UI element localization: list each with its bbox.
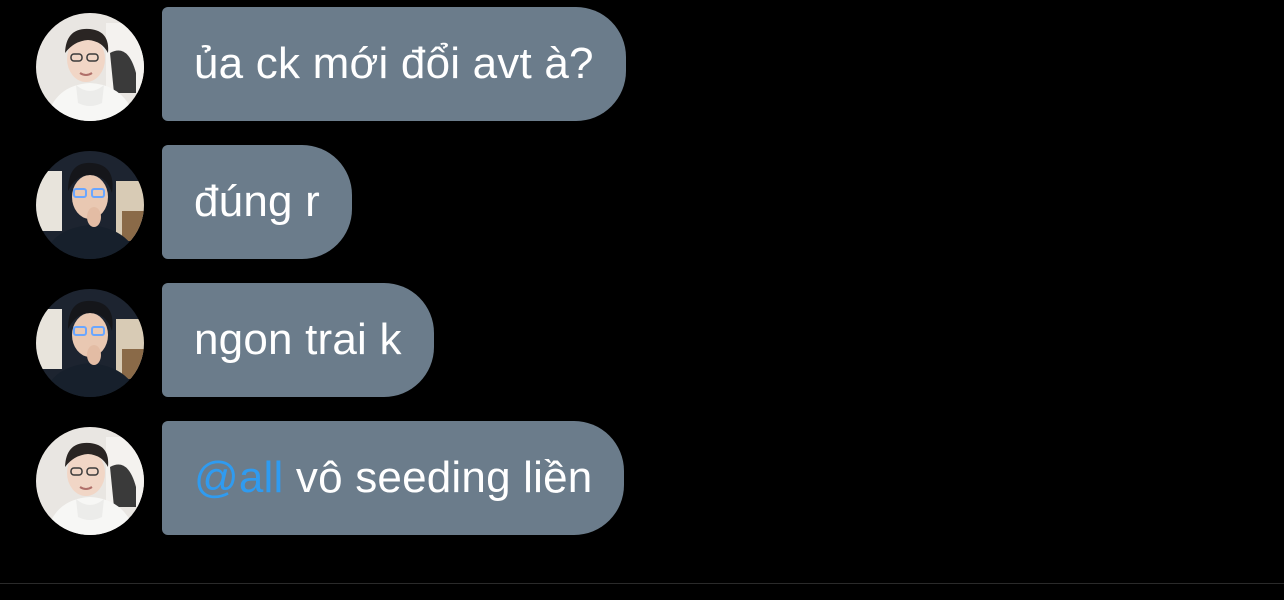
chat-message-list[interactable]: ủa ck mới đổi avt à? đúng r ngon trai k … (0, 0, 1284, 584)
message-text: ngon trai k (194, 315, 402, 364)
avatar[interactable] (36, 289, 144, 397)
avatar-photo-user-b (36, 151, 144, 259)
avatar[interactable] (36, 151, 144, 259)
mention-link[interactable]: @all (194, 453, 284, 502)
message-row: đúng r (36, 145, 352, 259)
message-text: ủa ck mới đổi avt à? (194, 39, 594, 88)
avatar-photo-user-b (36, 289, 144, 397)
avatar-photo-user-a (36, 427, 144, 535)
divider (0, 583, 1284, 584)
message-row: ủa ck mới đổi avt à? (36, 7, 626, 121)
message-bubble[interactable]: ủa ck mới đổi avt à? (162, 7, 626, 121)
message-body: vô seeding liền (283, 453, 593, 502)
message-text: @all vô seeding liền (194, 456, 592, 500)
avatar[interactable] (36, 427, 144, 535)
message-bubble[interactable]: @all vô seeding liền (162, 421, 625, 535)
message-text: đúng r (194, 177, 320, 226)
avatar[interactable] (36, 13, 144, 121)
message-bubble[interactable]: đúng r (162, 145, 352, 259)
message-row: ngon trai k (36, 283, 434, 397)
avatar-photo-user-a (36, 13, 144, 121)
message-row: @all vô seeding liền (36, 421, 625, 535)
message-bubble[interactable]: ngon trai k (162, 283, 434, 397)
